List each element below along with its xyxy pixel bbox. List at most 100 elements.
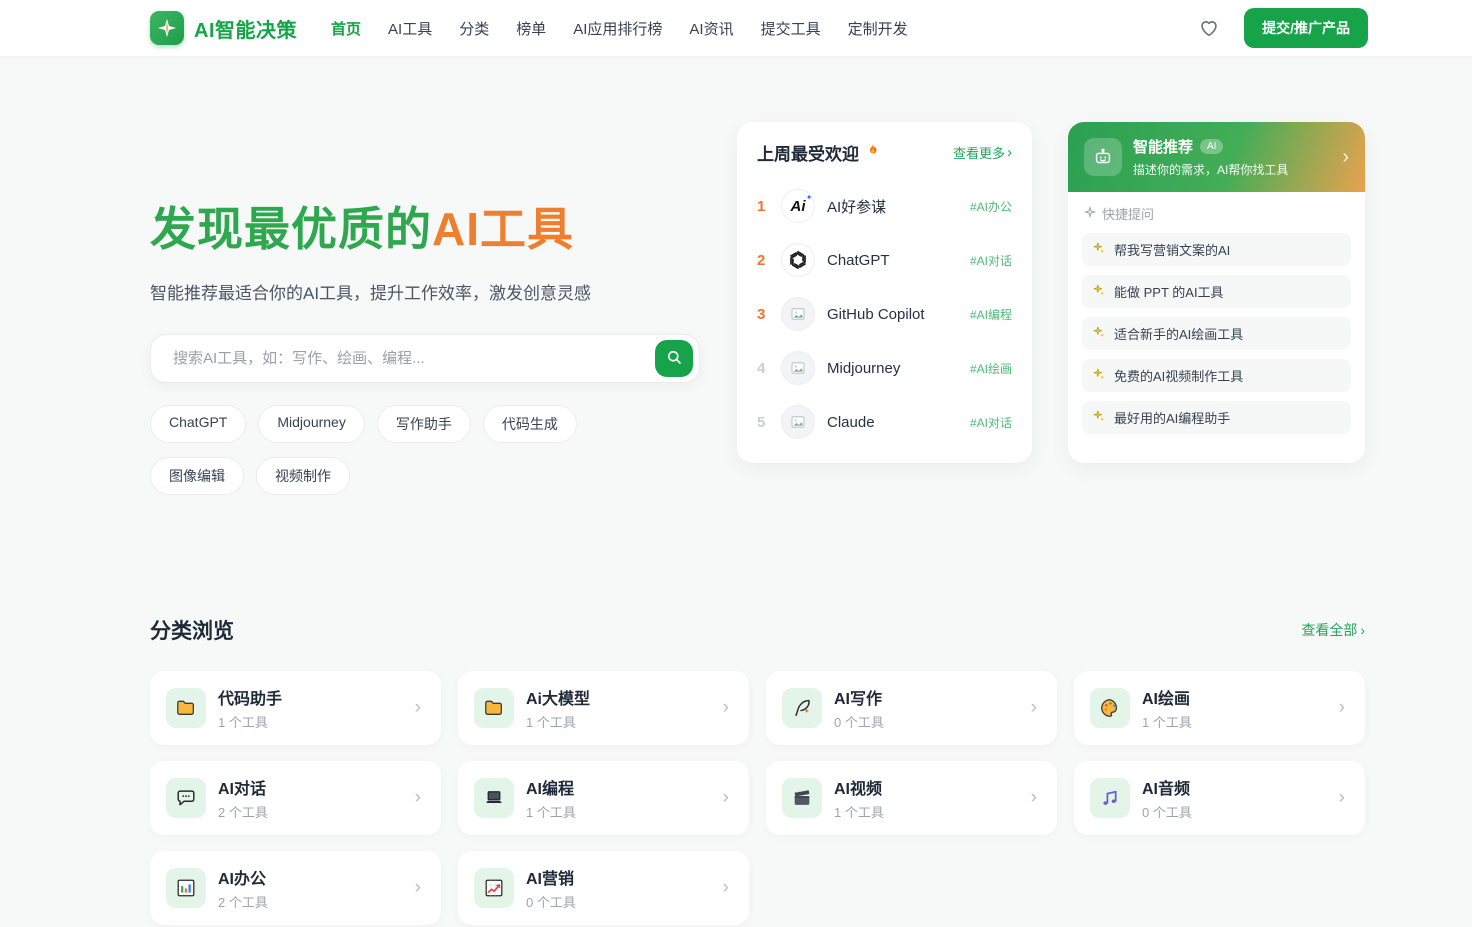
popular-card-title: 上周最受欢迎 [757,140,881,165]
category-name: AI编程 [526,780,575,798]
flame-icon [865,142,881,163]
hot-tag[interactable]: 图像编辑 [150,456,244,495]
hot-tag[interactable]: 代码生成 [482,404,577,443]
sparkles-icon [1092,241,1106,258]
music-notes-icon [1090,777,1130,818]
nav-item-rankings[interactable]: 榜单 [516,18,546,39]
category-card-code-assistant[interactable]: 代码助手 1 个工具 › [150,670,441,745]
view-all-link[interactable]: 查看全部 › [1301,620,1365,640]
category-count: 1 个工具 [218,714,268,730]
title-orange-part: AI工具 [432,203,574,255]
category-section: 分类浏览 查看全部 › 代码助手 1 个工具 › Ai大模型 1 个工具 › A… [150,615,1365,925]
category-card-ai-writing[interactable]: AI写作 0 个工具 › [766,670,1057,745]
hero-subtitle: 智能推荐最适合你的AI工具，提升工作效率，激发创意灵感 [150,283,592,303]
sparkles-icon [1092,409,1106,426]
rank-item-2[interactable]: 2 ChatGPT #AI对话 [757,233,1012,287]
hero-left-column: 发现最优质的AI工具 智能推荐最适合你的AI工具，提升工作效率，激发创意灵感 C… [150,122,700,495]
quick-question[interactable]: 最好用的AI编程助手 [1082,401,1351,434]
category-name: AI视频 [834,780,883,798]
folder-icon [166,687,206,728]
hot-tag[interactable]: ChatGPT [150,404,247,443]
robot-icon [1084,138,1122,176]
header-actions: 提交/推广产品 [1196,8,1368,48]
ai-haocanmou-logo: Ai ✦ [781,189,815,223]
chat-bubble-icon [166,777,206,818]
nav-item-app-leaderboard[interactable]: AI应用排行榜 [573,18,662,39]
category-card-ai-marketing[interactable]: AI营销 0 个工具 › [458,850,749,925]
category-card-ai-video[interactable]: AI视频 1 个工具 › [766,760,1057,835]
quick-questions-label: 快捷提问 [1082,204,1351,223]
category-count: 2 个工具 [218,894,268,910]
tool-tag: #AI办公 [969,199,1012,214]
hot-tag-list: ChatGPT Midjourney 写作助手 代码生成 图像编辑 视频制作 [150,404,630,495]
site-logo[interactable]: AI智能决策 [150,11,297,45]
chevron-right-icon: › [1030,696,1037,718]
broken-image-icon [781,405,815,439]
category-card-ai-chat[interactable]: AI对话 2 个工具 › [150,760,441,835]
heart-icon[interactable] [1196,15,1222,41]
submit-promote-button[interactable]: 提交/推广产品 [1244,8,1368,48]
hot-tag[interactable]: 视频制作 [256,456,350,495]
chevron-right-icon: › [722,786,729,808]
category-section-title: 分类浏览 [150,619,234,643]
tool-tag: #AI编程 [969,307,1012,322]
chevron-right-icon: › [1338,696,1345,718]
tool-name: AI好参谋 [827,198,887,216]
category-name: AI办公 [218,870,267,888]
category-name: Ai大模型 [526,690,591,708]
laptop-icon [474,777,514,818]
nav-item-ai-tools[interactable]: AI工具 [388,18,432,39]
chevron-right-icon: › [722,696,729,718]
rank-item-3[interactable]: 3 GitHub Copilot #AI编程 [757,287,1012,341]
hot-tag[interactable]: 写作助手 [376,404,471,443]
tool-tag: #AI对话 [969,415,1012,430]
chevron-right-icon: › [1342,145,1349,168]
search-button[interactable] [655,339,693,377]
page-title: 发现最优质的AI工具 [150,203,700,255]
rank-item-4[interactable]: 4 Midjourney #AI绘画 [757,341,1012,395]
nav-item-ai-news[interactable]: AI资讯 [689,18,733,39]
nav-item-categories[interactable]: 分类 [459,18,489,39]
tool-name: Claude [827,413,875,431]
quick-question[interactable]: 免费的AI视频制作工具 [1082,359,1351,392]
smart-recommend-banner[interactable]: 智能推荐 AI 描述你的需求，AI帮你找工具 › [1068,122,1365,192]
folder-icon [474,687,514,728]
site-title: AI智能决策 [194,19,297,42]
category-name: AI营销 [526,870,575,888]
hot-tag[interactable]: Midjourney [258,404,365,443]
category-card-ai-audio[interactable]: AI音频 0 个工具 › [1074,760,1365,835]
nav-item-home[interactable]: 首页 [331,18,361,39]
nav-item-custom-dev[interactable]: 定制开发 [848,18,908,39]
quick-question[interactable]: 能做 PPT 的AI工具 [1082,275,1351,308]
openai-logo [781,243,815,277]
category-name: AI音频 [1142,780,1191,798]
view-more-link[interactable]: 查看更多 › [953,143,1012,162]
category-count: 0 个工具 [1142,804,1192,820]
nav-item-submit-tool[interactable]: 提交工具 [761,18,821,39]
tool-tag: #AI对话 [969,253,1012,268]
rank-item-5[interactable]: 5 Claude #AI对话 [757,395,1012,449]
category-card-ai-office[interactable]: AI办公 2 个工具 › [150,850,441,925]
quick-question[interactable]: 帮我写营销文案的AI [1082,233,1351,266]
category-count: 1 个工具 [526,804,576,820]
category-card-ai-art[interactable]: AI绘画 1 个工具 › [1074,670,1365,745]
category-card-ai-coding[interactable]: AI编程 1 个工具 › [458,760,749,835]
rank-item-1[interactable]: 1 Ai ✦ AI好参谋 #AI办公 [757,179,1012,233]
search-icon [665,348,683,369]
rank-number: 4 [757,359,766,377]
quill-icon [782,687,822,728]
tool-name: GitHub Copilot [827,305,925,323]
category-name: AI写作 [834,690,883,708]
top-navbar: AI智能决策 首页 AI工具 分类 榜单 AI应用排行榜 AI资讯 提交工具 定… [0,0,1472,56]
quick-question[interactable]: 适合新手的AI绘画工具 [1082,317,1351,350]
compass-icon [150,11,184,45]
broken-image-icon [781,351,815,385]
search-input[interactable] [151,334,631,382]
chevron-right-icon: › [1338,786,1345,808]
category-name: AI对话 [218,780,267,798]
bar-chart-icon [166,867,206,908]
trend-chart-icon [474,867,514,908]
tool-name: ChatGPT [827,251,890,269]
rank-number: 5 [757,413,766,431]
category-card-ai-llm[interactable]: Ai大模型 1 个工具 › [458,670,749,745]
